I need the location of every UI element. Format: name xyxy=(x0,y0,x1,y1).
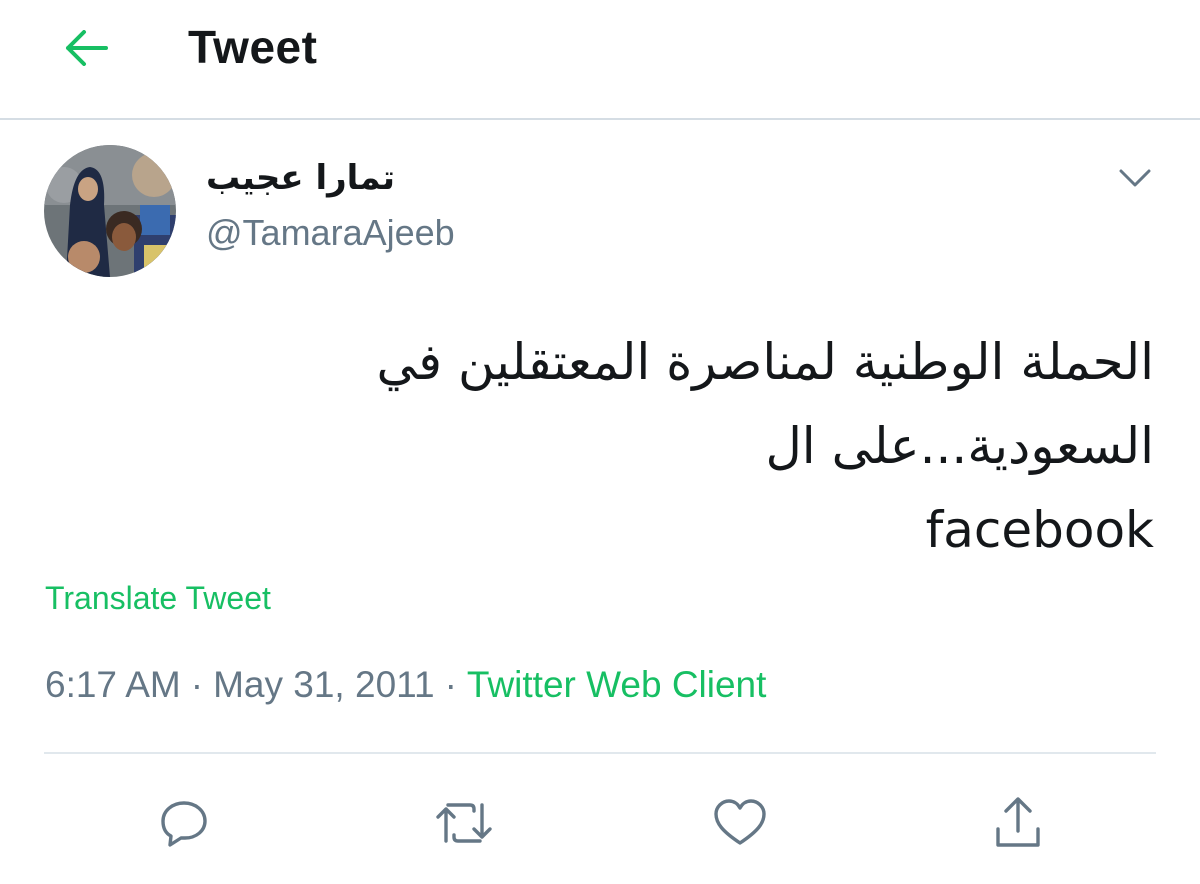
share-icon xyxy=(996,797,1040,847)
share-button[interactable] xyxy=(988,793,1048,853)
tweet-date[interactable]: May 31, 2011 xyxy=(213,664,434,705)
author-handle[interactable]: @TamaraAjeeb xyxy=(206,212,455,254)
arrow-left-icon xyxy=(66,30,108,66)
tweet-text-line: الحملة الوطنية لمناصرة المعتقلين في xyxy=(376,333,1155,391)
retweet-button[interactable] xyxy=(434,793,494,853)
avatar[interactable] xyxy=(44,145,176,277)
retweet-icon xyxy=(436,803,492,843)
reply-icon xyxy=(161,801,207,847)
meta-separator: · xyxy=(190,664,204,705)
meta-separator: · xyxy=(444,664,457,705)
page-title: Tweet xyxy=(188,21,318,73)
reply-button[interactable] xyxy=(154,793,214,853)
chevron-down-icon xyxy=(1119,169,1151,187)
profile-photo xyxy=(44,145,176,277)
like-button[interactable] xyxy=(710,793,770,853)
tweet-text-line: السعودية...على ال xyxy=(765,417,1154,475)
author-display-name[interactable]: تمارا عجيب xyxy=(206,158,395,198)
tweet-menu-button[interactable] xyxy=(1112,160,1158,196)
tweet-time[interactable]: 6:17 AM xyxy=(45,664,181,705)
header-bar: Tweet xyxy=(0,0,1200,120)
tweet-client-link[interactable]: Twitter Web Client xyxy=(467,664,767,705)
tweet-meta: 6:17 AM · May 31, 2011 · Twitter Web Client xyxy=(45,664,766,706)
heart-icon xyxy=(714,799,766,845)
translate-tweet-link[interactable]: Translate Tweet xyxy=(45,580,271,617)
back-button[interactable] xyxy=(56,22,116,74)
tweet-text: الحملة الوطنية لمناصرة المعتقلين في السع… xyxy=(254,320,1155,572)
divider xyxy=(44,752,1156,754)
tweet-text-line: facebook xyxy=(925,501,1154,559)
